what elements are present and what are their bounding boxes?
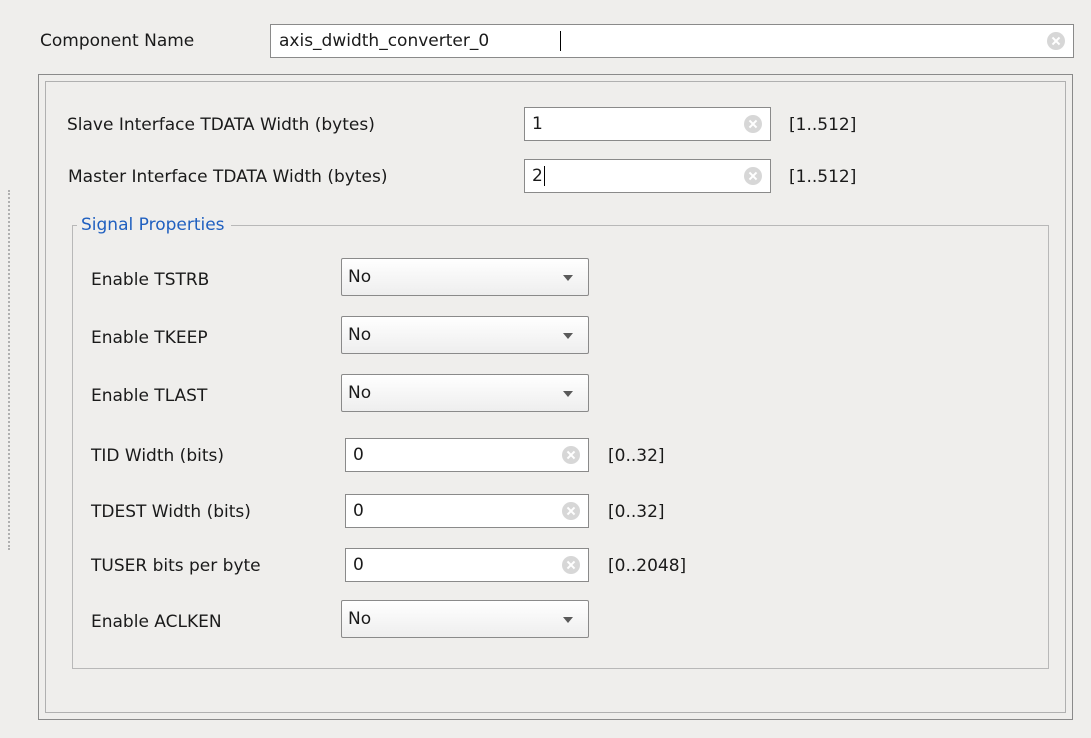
component-name-label: Component Name — [40, 31, 195, 51]
tdest-width-value: 0 — [353, 501, 364, 521]
component-name-value: axis_dwidth_converter_0 — [279, 31, 490, 51]
clear-icon[interactable] — [744, 167, 762, 185]
master-tdata-width-value: 2 — [532, 166, 543, 186]
enable-tstrb-label: Enable TSTRB — [91, 270, 210, 290]
tuser-bits-range: [0..2048] — [608, 556, 687, 576]
tid-width-label: TID Width (bits) — [91, 446, 224, 466]
tdest-width-input[interactable]: 0 — [345, 494, 589, 528]
clear-icon[interactable] — [744, 115, 762, 133]
tdest-width-label: TDEST Width (bits) — [91, 502, 251, 522]
enable-tkeep-select[interactable]: No — [341, 316, 589, 354]
master-tdata-width-label: Master Interface TDATA Width (bytes) — [68, 167, 388, 187]
slave-tdata-width-value: 1 — [532, 114, 543, 134]
clear-icon[interactable] — [1047, 32, 1065, 50]
slave-tdata-width-label: Slave Interface TDATA Width (bytes) — [67, 115, 375, 135]
tuser-bits-input[interactable]: 0 — [345, 548, 589, 582]
slave-tdata-width-range: [1..512] — [789, 115, 857, 135]
tid-width-value: 0 — [353, 445, 364, 465]
tid-width-range: [0..32] — [608, 446, 665, 466]
enable-tlast-select[interactable]: No — [341, 374, 589, 412]
enable-tstrb-select[interactable]: No — [341, 258, 589, 296]
enable-tstrb-value: No — [348, 267, 372, 287]
master-tdata-width-range: [1..512] — [789, 167, 857, 187]
tuser-bits-value: 0 — [353, 555, 364, 575]
enable-tkeep-label: Enable TKEEP — [91, 328, 208, 348]
chevron-down-icon — [563, 391, 573, 397]
signal-properties-title: Signal Properties — [77, 215, 231, 235]
text-cursor — [544, 166, 545, 186]
clear-icon[interactable] — [562, 556, 580, 574]
resize-handle[interactable] — [8, 190, 10, 550]
text-cursor — [560, 31, 561, 51]
component-name-input[interactable]: axis_dwidth_converter_0 — [270, 24, 1074, 58]
enable-tlast-value: No — [348, 383, 372, 403]
chevron-down-icon — [563, 275, 573, 281]
enable-tkeep-value: No — [348, 325, 372, 345]
tdest-width-range: [0..32] — [608, 502, 665, 522]
chevron-down-icon — [563, 617, 573, 623]
enable-tlast-label: Enable TLAST — [91, 386, 208, 406]
enable-aclken-select[interactable]: No — [341, 600, 589, 638]
enable-aclken-value: No — [348, 609, 372, 629]
slave-tdata-width-input[interactable]: 1 — [524, 107, 771, 141]
chevron-down-icon — [563, 333, 573, 339]
master-tdata-width-input[interactable]: 2 — [524, 159, 771, 193]
enable-aclken-label: Enable ACLKEN — [91, 612, 222, 632]
clear-icon[interactable] — [562, 446, 580, 464]
clear-icon[interactable] — [562, 502, 580, 520]
tid-width-input[interactable]: 0 — [345, 438, 589, 472]
tuser-bits-label: TUSER bits per byte — [91, 556, 261, 576]
